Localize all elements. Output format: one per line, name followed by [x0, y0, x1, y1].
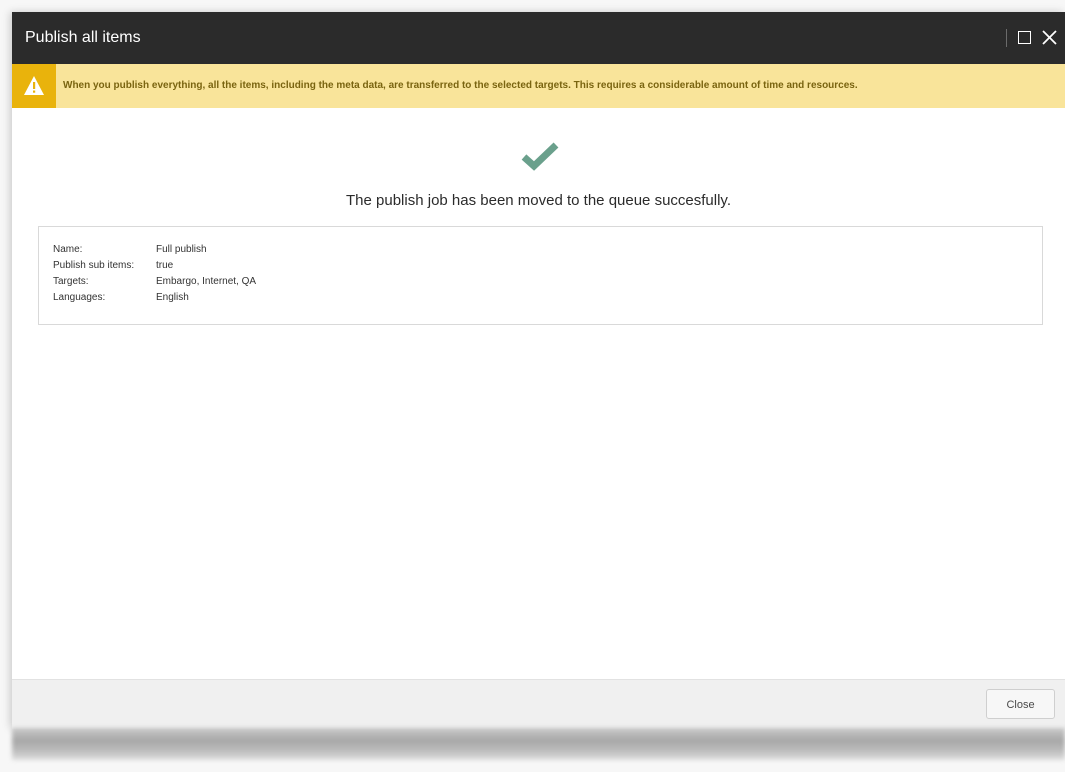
- warning-icon: [24, 76, 44, 95]
- maximize-icon: [1018, 31, 1031, 44]
- maximize-button[interactable]: [1015, 28, 1035, 48]
- close-icon: [1042, 30, 1057, 45]
- dialog-title: Publish all items: [25, 29, 141, 46]
- success-message: The publish job has been moved to the qu…: [346, 192, 731, 209]
- detail-value: true: [156, 260, 174, 271]
- detail-row-targets: Targets: Embargo, Internet, QA: [53, 275, 256, 289]
- title-separator: [1006, 29, 1007, 47]
- detail-row-languages: Languages: English: [53, 291, 189, 305]
- close-button[interactable]: Close: [986, 689, 1055, 719]
- detail-label: Publish sub items:: [53, 260, 135, 271]
- detail-row-name: Name: Full publish: [53, 243, 207, 257]
- title-bar: Publish all items: [12, 12, 1065, 64]
- detail-label: Name:: [53, 244, 83, 255]
- publish-dialog: Publish all items When you publish every…: [12, 12, 1065, 729]
- detail-label: Languages:: [53, 292, 106, 303]
- job-details-panel: Name: Full publish Publish sub items: true…: [38, 226, 1043, 325]
- warning-icon-container: [12, 64, 56, 108]
- detail-label: Targets:: [53, 276, 89, 287]
- checkmark-icon: [521, 142, 559, 171]
- background-blur: [12, 728, 1065, 760]
- warning-text: When you publish everything, all the ite…: [63, 80, 858, 91]
- warning-banner: When you publish everything, all the ite…: [12, 64, 1065, 108]
- detail-value: Embargo, Internet, QA: [156, 276, 257, 287]
- detail-row-sub-items: Publish sub items: true: [53, 259, 173, 273]
- detail-value: English: [156, 292, 189, 303]
- close-window-button[interactable]: [1040, 27, 1060, 49]
- detail-value: Full publish: [156, 244, 207, 255]
- dialog-footer: Close: [12, 679, 1065, 729]
